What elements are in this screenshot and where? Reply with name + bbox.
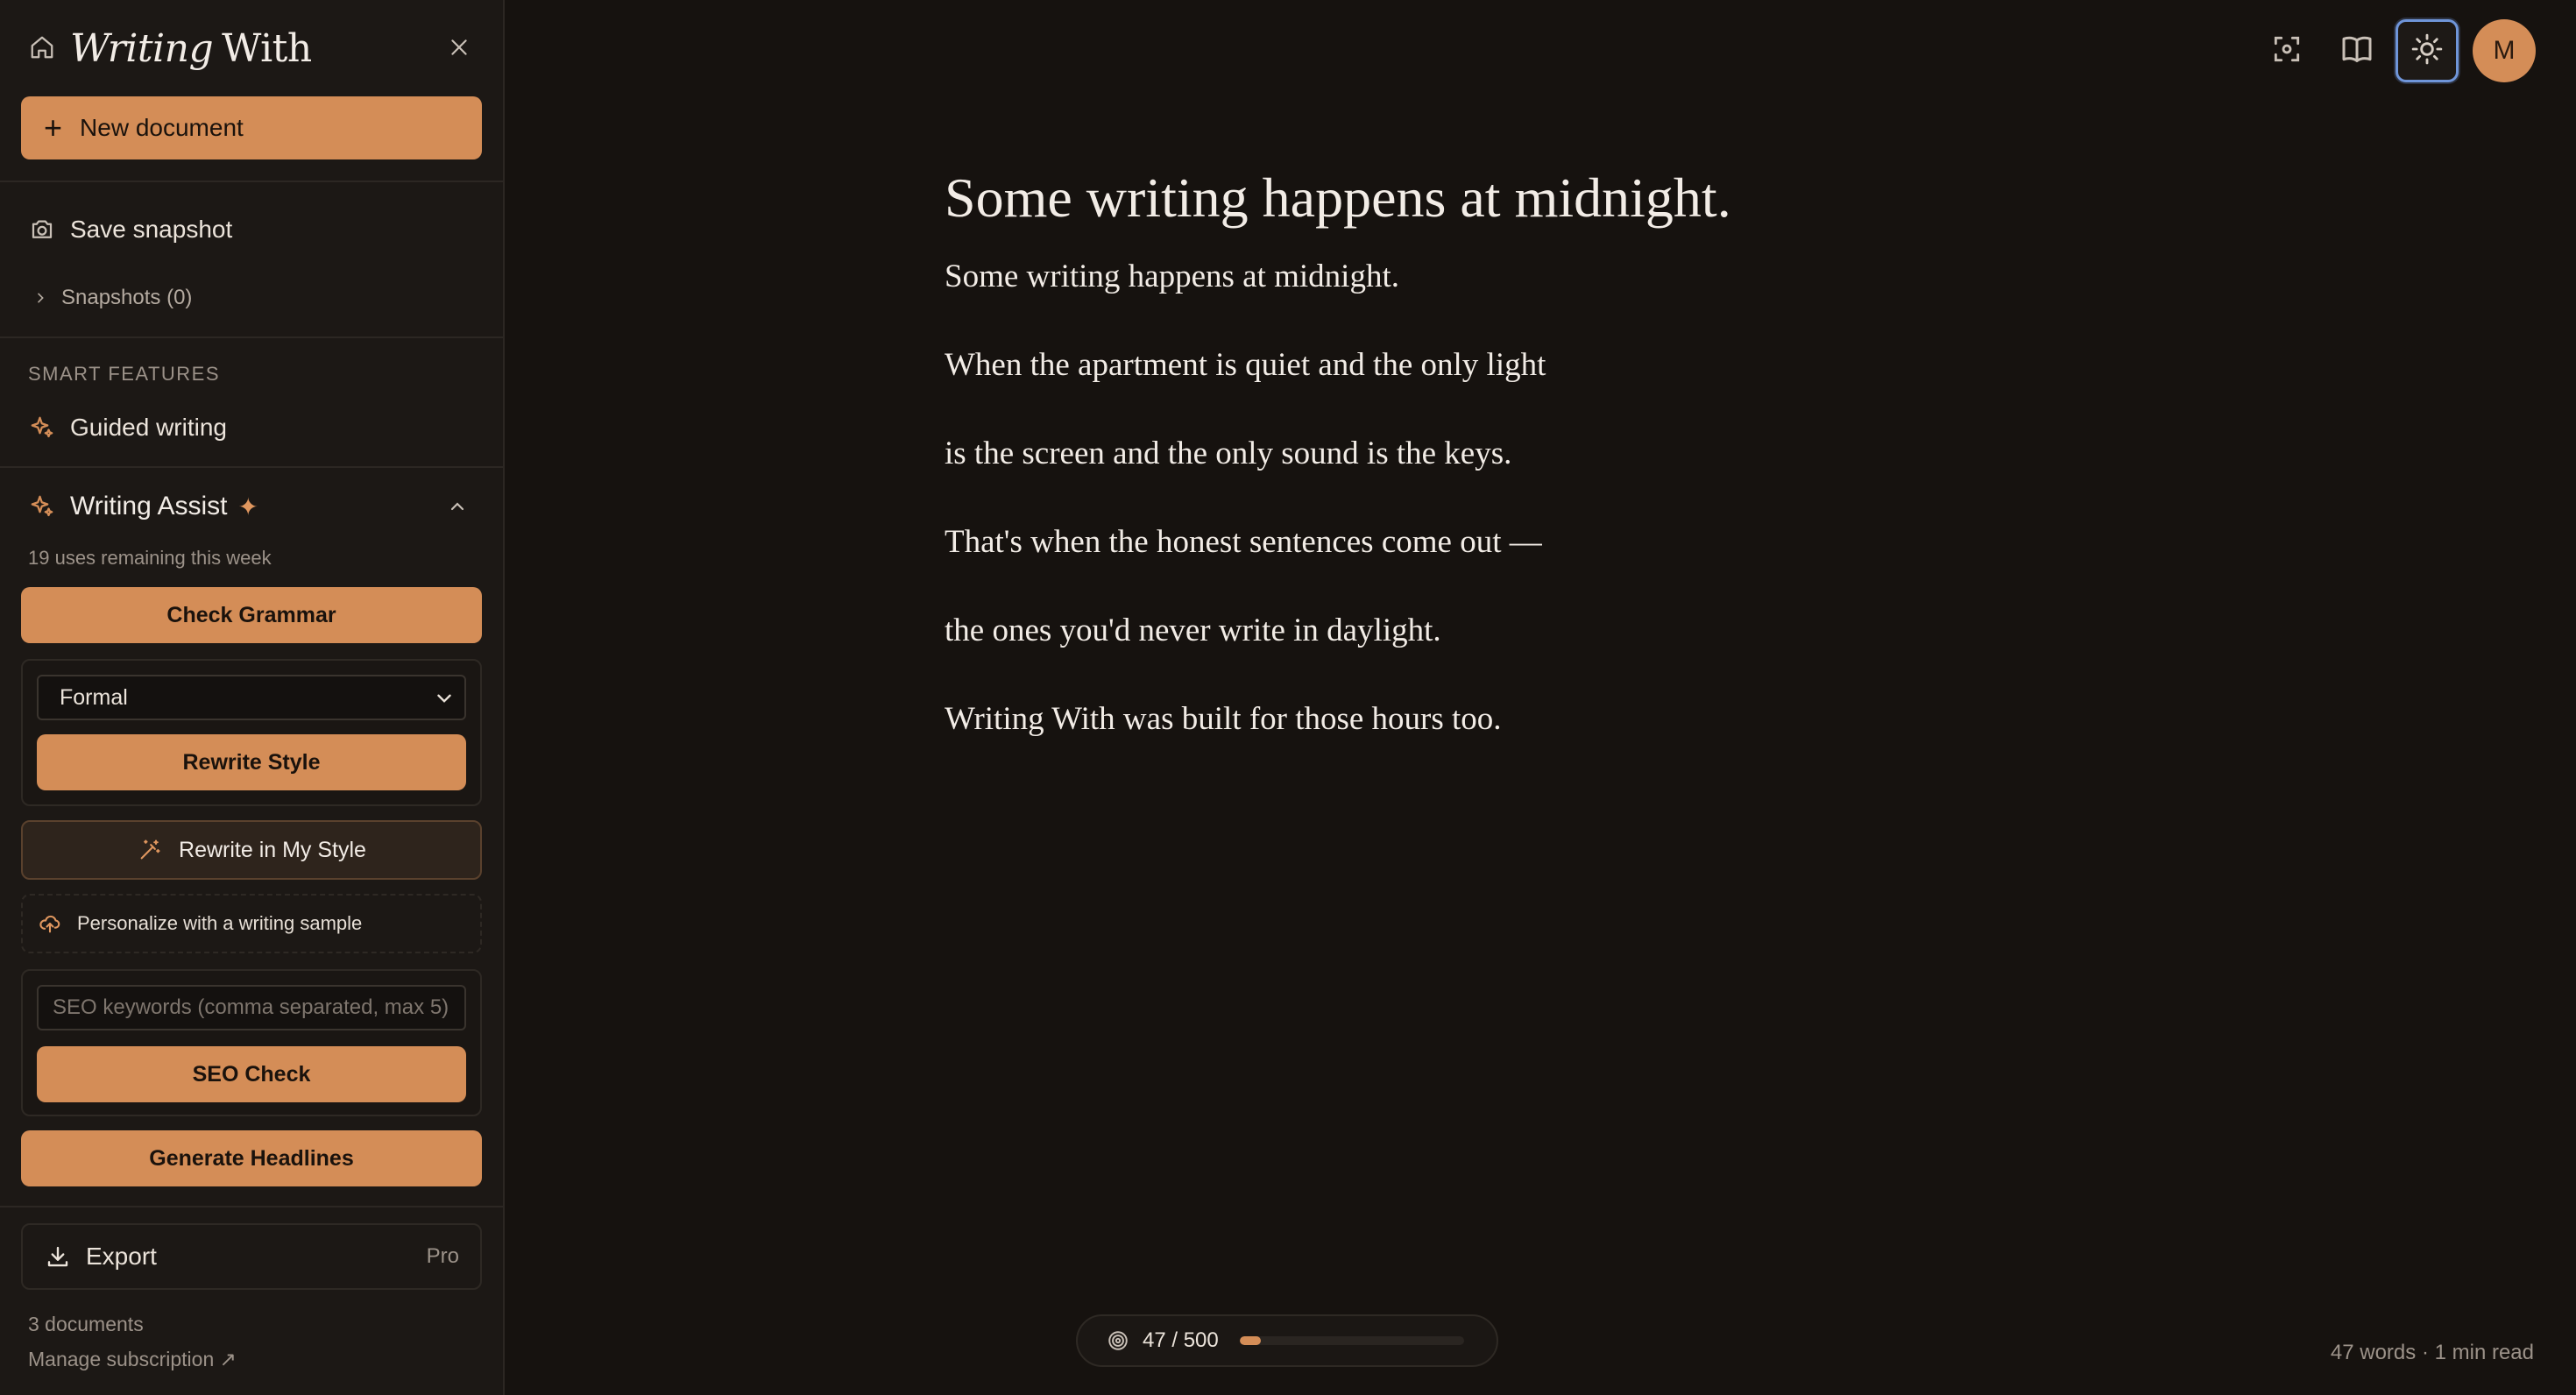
- sun-icon: [2410, 32, 2444, 70]
- style-select[interactable]: Formal: [37, 675, 466, 720]
- pro-badge: Pro: [426, 1244, 459, 1268]
- sidebar: Writing With + New document Save snapshot…: [0, 0, 505, 1395]
- app: Writing With + New document Save snapshot…: [0, 0, 2576, 1395]
- target-icon: [1106, 1328, 1130, 1353]
- rewrite-style-panel: Formal Rewrite Style: [21, 659, 482, 806]
- paragraph[interactable]: That's when the honest sentences come ou…: [945, 523, 2171, 562]
- brand-italic: Writing: [70, 26, 214, 71]
- rewrite-style-button[interactable]: Rewrite Style: [37, 734, 466, 790]
- writing-assist-title: Writing Assist: [70, 492, 228, 520]
- plus-icon: +: [44, 110, 63, 145]
- seo-keywords-input[interactable]: [37, 985, 466, 1030]
- personalize-upload[interactable]: Personalize with a writing sample: [21, 894, 482, 953]
- word-goal-text: 47 / 500: [1143, 1328, 1219, 1352]
- camera-icon: [28, 216, 56, 244]
- export-label: Export: [86, 1243, 157, 1270]
- word-stats: 47 words · 1 min read: [2330, 1341, 2534, 1364]
- export-button[interactable]: Export Pro: [21, 1223, 482, 1290]
- magic-wand-icon: [137, 837, 163, 863]
- manage-subscription-link[interactable]: Manage subscription ↗: [28, 1348, 237, 1371]
- word-goal-progress: [1239, 1336, 1464, 1345]
- personalize-label: Personalize with a writing sample: [77, 912, 363, 934]
- document-title[interactable]: Some writing happens at midnight.: [945, 163, 2171, 233]
- paragraph[interactable]: the ones you'd never write in daylight.: [945, 612, 2171, 650]
- word-goal-progress-fill: [1239, 1336, 1261, 1345]
- snapshots-label: Snapshots (0): [61, 286, 193, 309]
- generate-headlines-button[interactable]: Generate Headlines: [21, 1130, 482, 1186]
- top-toolbar: M: [2248, 19, 2536, 82]
- reading-mode-button[interactable]: [2325, 19, 2388, 82]
- paragraph[interactable]: Writing With was built for those hours t…: [945, 700, 2171, 739]
- guided-writing-button[interactable]: Guided writing: [28, 414, 227, 442]
- paragraph[interactable]: When the apartment is quiet and the only…: [945, 346, 2171, 385]
- chevron-right-icon: [32, 284, 49, 312]
- divider: [0, 466, 503, 468]
- check-grammar-button[interactable]: Check Grammar: [21, 587, 482, 643]
- writing-assist-header[interactable]: Writing Assist ✦: [28, 487, 475, 526]
- brand-row: Writing With: [28, 19, 475, 75]
- cloud-upload-icon: [37, 910, 63, 937]
- brand-logo: Writing With: [70, 24, 312, 71]
- divider: [0, 336, 503, 338]
- uses-remaining: 19 uses remaining this week: [28, 547, 272, 569]
- focus-icon: [2270, 32, 2304, 70]
- divider: [0, 181, 503, 182]
- paragraph[interactable]: is the screen and the only sound is the …: [945, 435, 2171, 473]
- theme-toggle-button[interactable]: [2396, 19, 2459, 82]
- snapshots-toggle[interactable]: Snapshots (0): [32, 284, 192, 312]
- book-open-icon: [2339, 32, 2374, 71]
- brand-regular: With: [222, 26, 312, 71]
- save-snapshot-label: Save snapshot: [70, 216, 233, 243]
- rewrite-my-style-label: Rewrite in My Style: [179, 837, 366, 862]
- sparkles-icon: [28, 492, 56, 520]
- style-select-value: Formal: [60, 684, 128, 710]
- chevron-up-icon[interactable]: [443, 492, 471, 520]
- home-icon[interactable]: [28, 33, 56, 61]
- new-document-button[interactable]: + New document: [21, 96, 482, 159]
- word-goal-indicator[interactable]: 47 / 500: [1076, 1314, 1498, 1367]
- main-editor-area: M Some writing happens at midnight. Some…: [505, 0, 2576, 1395]
- rewrite-my-style-button[interactable]: Rewrite in My Style: [21, 820, 482, 880]
- focus-mode-button[interactable]: [2255, 19, 2318, 82]
- paragraph[interactable]: Some writing happens at midnight.: [945, 258, 2171, 296]
- chevron-down-icon: [433, 687, 456, 710]
- download-icon: [44, 1243, 72, 1271]
- seo-panel: SEO Check: [21, 969, 482, 1116]
- divider: [0, 1206, 503, 1207]
- seo-check-button[interactable]: SEO Check: [37, 1046, 466, 1102]
- document-editor[interactable]: Some writing happens at midnight. Some w…: [945, 163, 2171, 789]
- close-sidebar-icon[interactable]: [445, 33, 473, 61]
- sparkle-icon: ✦: [237, 492, 258, 520]
- smart-features-heading: SMART FEATURES: [28, 363, 221, 385]
- avatar[interactable]: M: [2473, 19, 2536, 82]
- documents-count: 3 documents: [28, 1313, 144, 1335]
- guided-writing-label: Guided writing: [70, 414, 227, 441]
- save-snapshot-button[interactable]: Save snapshot: [28, 216, 232, 244]
- sparkles-icon: [28, 414, 56, 442]
- new-document-label: New document: [80, 114, 244, 141]
